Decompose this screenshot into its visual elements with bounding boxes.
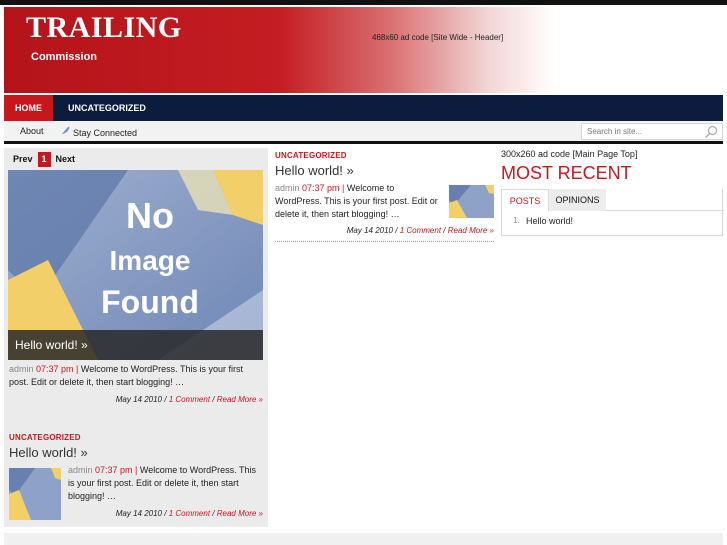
search-input[interactable] (582, 124, 700, 139)
no-image-text-line2: Image (110, 245, 191, 276)
tab-strip-line (606, 210, 724, 211)
header-ad-placeholder: 468x60 ad code [Site Wide - Header] (372, 33, 504, 42)
left-post-excerpt: admin 07:37 pm | Welcome to WordPress. T… (68, 464, 260, 503)
left-post-date: May 14 2010 / (115, 509, 167, 518)
mid-post-postinfo-separator: / (443, 226, 446, 235)
recent-list-item[interactable]: Hello world! (526, 216, 573, 226)
subnav-about-link[interactable]: About (20, 126, 44, 136)
pager-next-button[interactable]: Next (51, 152, 81, 167)
search-icon[interactable] (704, 125, 718, 139)
left-post-read-more-link[interactable]: Read More » (217, 509, 263, 518)
sub-nav: About Stay Connected (4, 121, 723, 144)
slide-comments-link[interactable]: 1 Comment (169, 395, 210, 404)
main-nav: HOME UNCATEGORIZED (4, 95, 723, 121)
mid-post-divider (275, 241, 494, 242)
mid-post-excerpt: admin 07:37 pm | Welcome to WordPress. T… (275, 182, 443, 221)
search-box (581, 123, 723, 140)
left-post-title[interactable]: Hello world! » (9, 445, 88, 460)
nav-uncategorized[interactable]: UNCATEGORIZED (57, 95, 157, 121)
mid-post-excerpt-text: Welcome to WordPress. This is your first… (275, 183, 438, 219)
left-post-postinfo-separator: / (212, 509, 215, 518)
slide-date: May 14 2010 / (115, 395, 167, 404)
site-header: TRAILING Commission 468x60 ad code [Site… (4, 7, 555, 93)
slide-author[interactable]: admin (9, 364, 34, 374)
most-recent-heading: MOST RECENT (501, 163, 632, 183)
left-post-author[interactable]: admin (68, 465, 93, 475)
recent-tabs-panel: POSTS OPINIONS 1. Hello world! (501, 189, 724, 236)
featured-slide-image[interactable]: No Image Found Hello world! » (8, 170, 263, 360)
left-post-thumbnail[interactable] (9, 468, 61, 520)
feather-icon (60, 126, 70, 138)
footer-strip (4, 533, 723, 545)
no-image-text-line1: No (126, 195, 174, 236)
slider-pager: Prev 1 Next (8, 152, 80, 167)
slide-postinfo-separator: / (212, 395, 215, 404)
slide-read-more-link[interactable]: Read More » (217, 395, 263, 404)
sidebar-ad-placeholder: 300x260 ad code [Main Page Top] (501, 149, 638, 159)
site-subtitle: Commission (31, 51, 98, 63)
recent-list-number: 1. (513, 216, 520, 225)
tab-posts[interactable]: POSTS (501, 189, 549, 211)
mid-post-thumbnail[interactable] (449, 185, 494, 218)
slide-postinfo: May 14 2010 / 1 Comment / Read More » (9, 395, 263, 404)
mid-post-comments-link[interactable]: 1 Comment (400, 226, 441, 235)
mid-post-date: May 14 2010 / (346, 226, 398, 235)
mid-post-postinfo: May 14 2010 / 1 Comment / Read More » (275, 226, 494, 235)
slide-caption[interactable]: Hello world! » (8, 330, 263, 360)
slide-time: 07:37 pm | (36, 364, 79, 374)
mid-post-read-more-link[interactable]: Read More » (448, 226, 494, 235)
tab-opinions[interactable]: OPINIONS (549, 189, 606, 211)
top-bar (0, 0, 727, 5)
pager-prev-button[interactable]: Prev (8, 152, 38, 167)
mid-post-thumbnail-image (449, 185, 494, 218)
mid-post-category[interactable]: UNCATEGORIZED (275, 151, 347, 160)
pager-page-1[interactable]: 1 (37, 152, 51, 167)
mid-post-time: 07:37 pm | (302, 183, 345, 193)
subnav-stay-connected-link[interactable]: Stay Connected (60, 126, 137, 138)
left-post-postinfo: May 14 2010 / 1 Comment / Read More » (68, 509, 263, 518)
featured-column: Prev 1 Next No Image Found Hello world! » … (4, 148, 268, 527)
mid-post-title[interactable]: Hello world! » (275, 163, 354, 178)
nav-home[interactable]: HOME (4, 95, 53, 121)
left-post-time: 07:37 pm | (95, 465, 138, 475)
left-post-comments-link[interactable]: 1 Comment (169, 509, 210, 518)
site-title[interactable]: TRAILING (26, 11, 182, 45)
mid-post-author[interactable]: admin (275, 183, 300, 193)
left-post-thumbnail-image (9, 468, 61, 520)
left-post-category[interactable]: UNCATEGORIZED (9, 433, 81, 442)
slide-excerpt: admin 07:37 pm | Welcome to WordPress. T… (9, 363, 263, 389)
stay-connected-label: Stay Connected (73, 128, 138, 138)
no-image-text-line3: Found (101, 284, 199, 320)
